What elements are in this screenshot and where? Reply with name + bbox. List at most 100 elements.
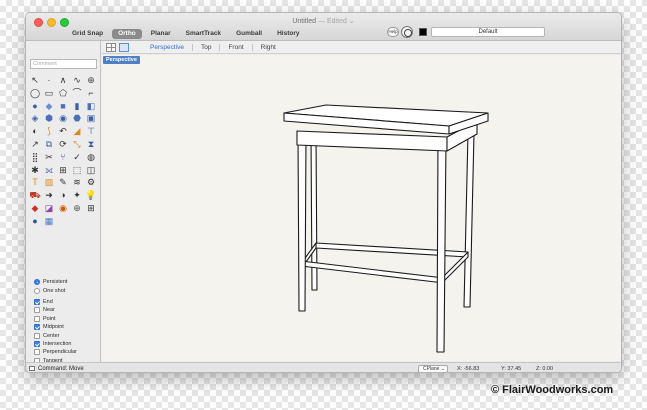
render-icon[interactable]: ✦ bbox=[71, 189, 83, 201]
select-arrow-icon[interactable]: ↖ bbox=[29, 74, 41, 86]
photo-icon[interactable]: ▦ bbox=[43, 215, 55, 227]
pipe-icon[interactable]: ⟆ bbox=[43, 125, 55, 137]
sphere-icon[interactable]: ● bbox=[29, 100, 41, 112]
mirror-icon[interactable]: ⧗ bbox=[85, 138, 97, 150]
osnap-mode-one-shot[interactable]: One shot bbox=[34, 286, 100, 294]
osnap-end[interactable]: End bbox=[34, 298, 100, 306]
checkbox[interactable] bbox=[34, 307, 40, 314]
analyze-icon[interactable]: ◍ bbox=[85, 151, 97, 163]
properties-icon[interactable]: ⚙ bbox=[85, 176, 97, 188]
scale-icon[interactable]: ⤡ bbox=[71, 138, 83, 150]
options-icon[interactable]: ⊞ bbox=[85, 202, 97, 214]
checkbox[interactable] bbox=[34, 315, 40, 322]
copy-icon[interactable]: ⧉ bbox=[43, 138, 55, 150]
osnap-midpoint[interactable]: Midpoint bbox=[34, 323, 100, 331]
checkbox[interactable] bbox=[34, 349, 40, 356]
checkbox[interactable] bbox=[34, 324, 40, 331]
fillet-edge-icon[interactable]: ◢ bbox=[71, 125, 83, 137]
fillet-icon[interactable]: ⌐ bbox=[85, 87, 97, 99]
osnap-point[interactable]: Point bbox=[34, 315, 100, 323]
text-icon[interactable]: T bbox=[29, 176, 41, 188]
mesh-icon[interactable]: ◈ bbox=[29, 112, 41, 124]
tab-perspective[interactable]: Perspective bbox=[142, 43, 192, 52]
smooth-icon[interactable]: ≋ bbox=[71, 176, 83, 188]
arrow-tool-icon[interactable]: ➜ bbox=[43, 189, 55, 201]
move-icon[interactable]: ↗ bbox=[29, 138, 41, 150]
checkbox[interactable] bbox=[34, 340, 40, 347]
rectangle-icon[interactable]: ▭ bbox=[43, 87, 55, 99]
polygon-icon[interactable]: ⬠ bbox=[57, 87, 69, 99]
explode-icon[interactable]: ✱ bbox=[29, 164, 41, 176]
join-icon[interactable]: ⟗ bbox=[43, 164, 55, 176]
cancel-command-icon[interactable] bbox=[401, 26, 413, 38]
render-color-icon[interactable]: ◆ bbox=[29, 202, 41, 214]
four-viewport-layout-icon[interactable] bbox=[106, 43, 116, 52]
group-icon[interactable]: ⊞ bbox=[57, 164, 69, 176]
extrude-icon[interactable]: ◧ bbox=[85, 100, 97, 112]
osnap-perpendicular[interactable]: Perpendicular bbox=[34, 348, 100, 356]
car-icon[interactable]: ⛟ bbox=[29, 189, 41, 201]
trim-icon[interactable]: ✂ bbox=[43, 151, 55, 163]
hatch-icon[interactable]: ▨ bbox=[43, 176, 55, 188]
mode-gumball-button[interactable]: Gumball bbox=[230, 29, 268, 39]
osnap-center[interactable]: Center bbox=[34, 331, 100, 339]
sidebar: Comment ↖ · ∧ ∿ ⊕ ◯ ▭ ⬠ ⌒ ⌐ ● ◆ ■ ▮ ◧ ◈ ⬢ ◉ ⬣ ▣ ◐ ⟆ ↶ ◢ ⊤ ↗ ⧉ ⟳ ⤡ ⧗ ⣿ ✂… bbox=[26, 41, 101, 372]
zoom-icon[interactable]: ⊕ bbox=[85, 74, 97, 86]
tab-right[interactable]: Right bbox=[253, 43, 284, 52]
mode-history-button[interactable]: History bbox=[271, 29, 305, 39]
osnap-near[interactable]: Near bbox=[34, 306, 100, 314]
layer-select[interactable]: Default bbox=[431, 27, 545, 37]
table-model[interactable] bbox=[102, 55, 622, 361]
ground-plane-icon[interactable]: ⊕ bbox=[71, 202, 83, 214]
radio-button[interactable] bbox=[34, 287, 40, 294]
plane-icon[interactable]: ◆ bbox=[43, 100, 55, 112]
block-icon[interactable]: ⬚ bbox=[71, 164, 83, 176]
viewport-label[interactable]: Perspective bbox=[103, 56, 140, 64]
rotate-icon[interactable]: ⟳ bbox=[57, 138, 69, 150]
radio-button[interactable] bbox=[34, 279, 40, 286]
mode-ortho-button[interactable]: Ortho bbox=[112, 29, 142, 39]
single-viewport-layout-icon[interactable] bbox=[119, 43, 129, 52]
osnap-mode-persistent[interactable]: Persistent bbox=[34, 278, 100, 286]
osnap-intersection[interactable]: Intersection bbox=[34, 340, 100, 348]
command-input[interactable]: Comment bbox=[30, 59, 97, 69]
cap-icon[interactable]: ◐ bbox=[29, 125, 41, 137]
checkbox[interactable] bbox=[34, 298, 40, 305]
shell-icon[interactable]: ▣ bbox=[85, 112, 97, 124]
annotation-icon[interactable]: ✎ bbox=[57, 176, 69, 188]
shade-icon[interactable]: ◑ bbox=[57, 189, 69, 201]
loft-icon[interactable]: ↶ bbox=[57, 125, 69, 137]
solid-icon[interactable]: ⬢ bbox=[43, 112, 55, 124]
mode-smarttrack-button[interactable]: SmartTrack bbox=[180, 29, 227, 39]
solid-edit-icon[interactable]: ⬣ bbox=[71, 112, 83, 124]
back-right-leg bbox=[463, 132, 475, 308]
tab-top[interactable]: Top bbox=[193, 43, 219, 52]
point-icon[interactable]: · bbox=[43, 74, 55, 86]
perspective-viewport[interactable]: Perspective bbox=[102, 55, 622, 361]
array-icon[interactable]: ⣿ bbox=[29, 151, 41, 163]
globe-icon[interactable]: ● bbox=[29, 215, 41, 227]
checkbox[interactable] bbox=[34, 332, 40, 339]
mode-grid-snap-button[interactable]: Grid Snap bbox=[66, 29, 109, 39]
environment-icon[interactable]: ◉ bbox=[57, 202, 69, 214]
layer-icon[interactable]: ◫ bbox=[85, 164, 97, 176]
cylinder-icon[interactable]: ▮ bbox=[71, 100, 83, 112]
check-icon[interactable]: ✓ bbox=[71, 151, 83, 163]
edited-indicator[interactable]: — Edited ⌄ bbox=[318, 18, 355, 25]
material-icon[interactable]: ◪ bbox=[43, 202, 55, 214]
cplane-select[interactable]: CPlane ⌄ bbox=[418, 365, 448, 372]
circle-icon[interactable]: ◯ bbox=[29, 87, 41, 99]
box-icon[interactable]: ■ bbox=[57, 100, 69, 112]
tab-front[interactable]: Front bbox=[220, 43, 251, 52]
split-icon[interactable]: ⑂ bbox=[57, 151, 69, 163]
boolean-union-icon[interactable]: ◉ bbox=[57, 112, 69, 124]
help-button[interactable]: Help bbox=[387, 27, 399, 37]
light-icon[interactable]: 💡 bbox=[85, 189, 97, 201]
curve-icon[interactable]: ∿ bbox=[71, 74, 83, 86]
mode-planar-button[interactable]: Planar bbox=[145, 29, 177, 39]
polyline-icon[interactable]: ∧ bbox=[57, 74, 69, 86]
current-color-swatch[interactable] bbox=[419, 28, 427, 36]
offset-icon[interactable]: ⌒ bbox=[71, 87, 83, 99]
dimension-icon[interactable]: ⊤ bbox=[85, 125, 97, 137]
command-history-icon[interactable] bbox=[29, 366, 35, 371]
